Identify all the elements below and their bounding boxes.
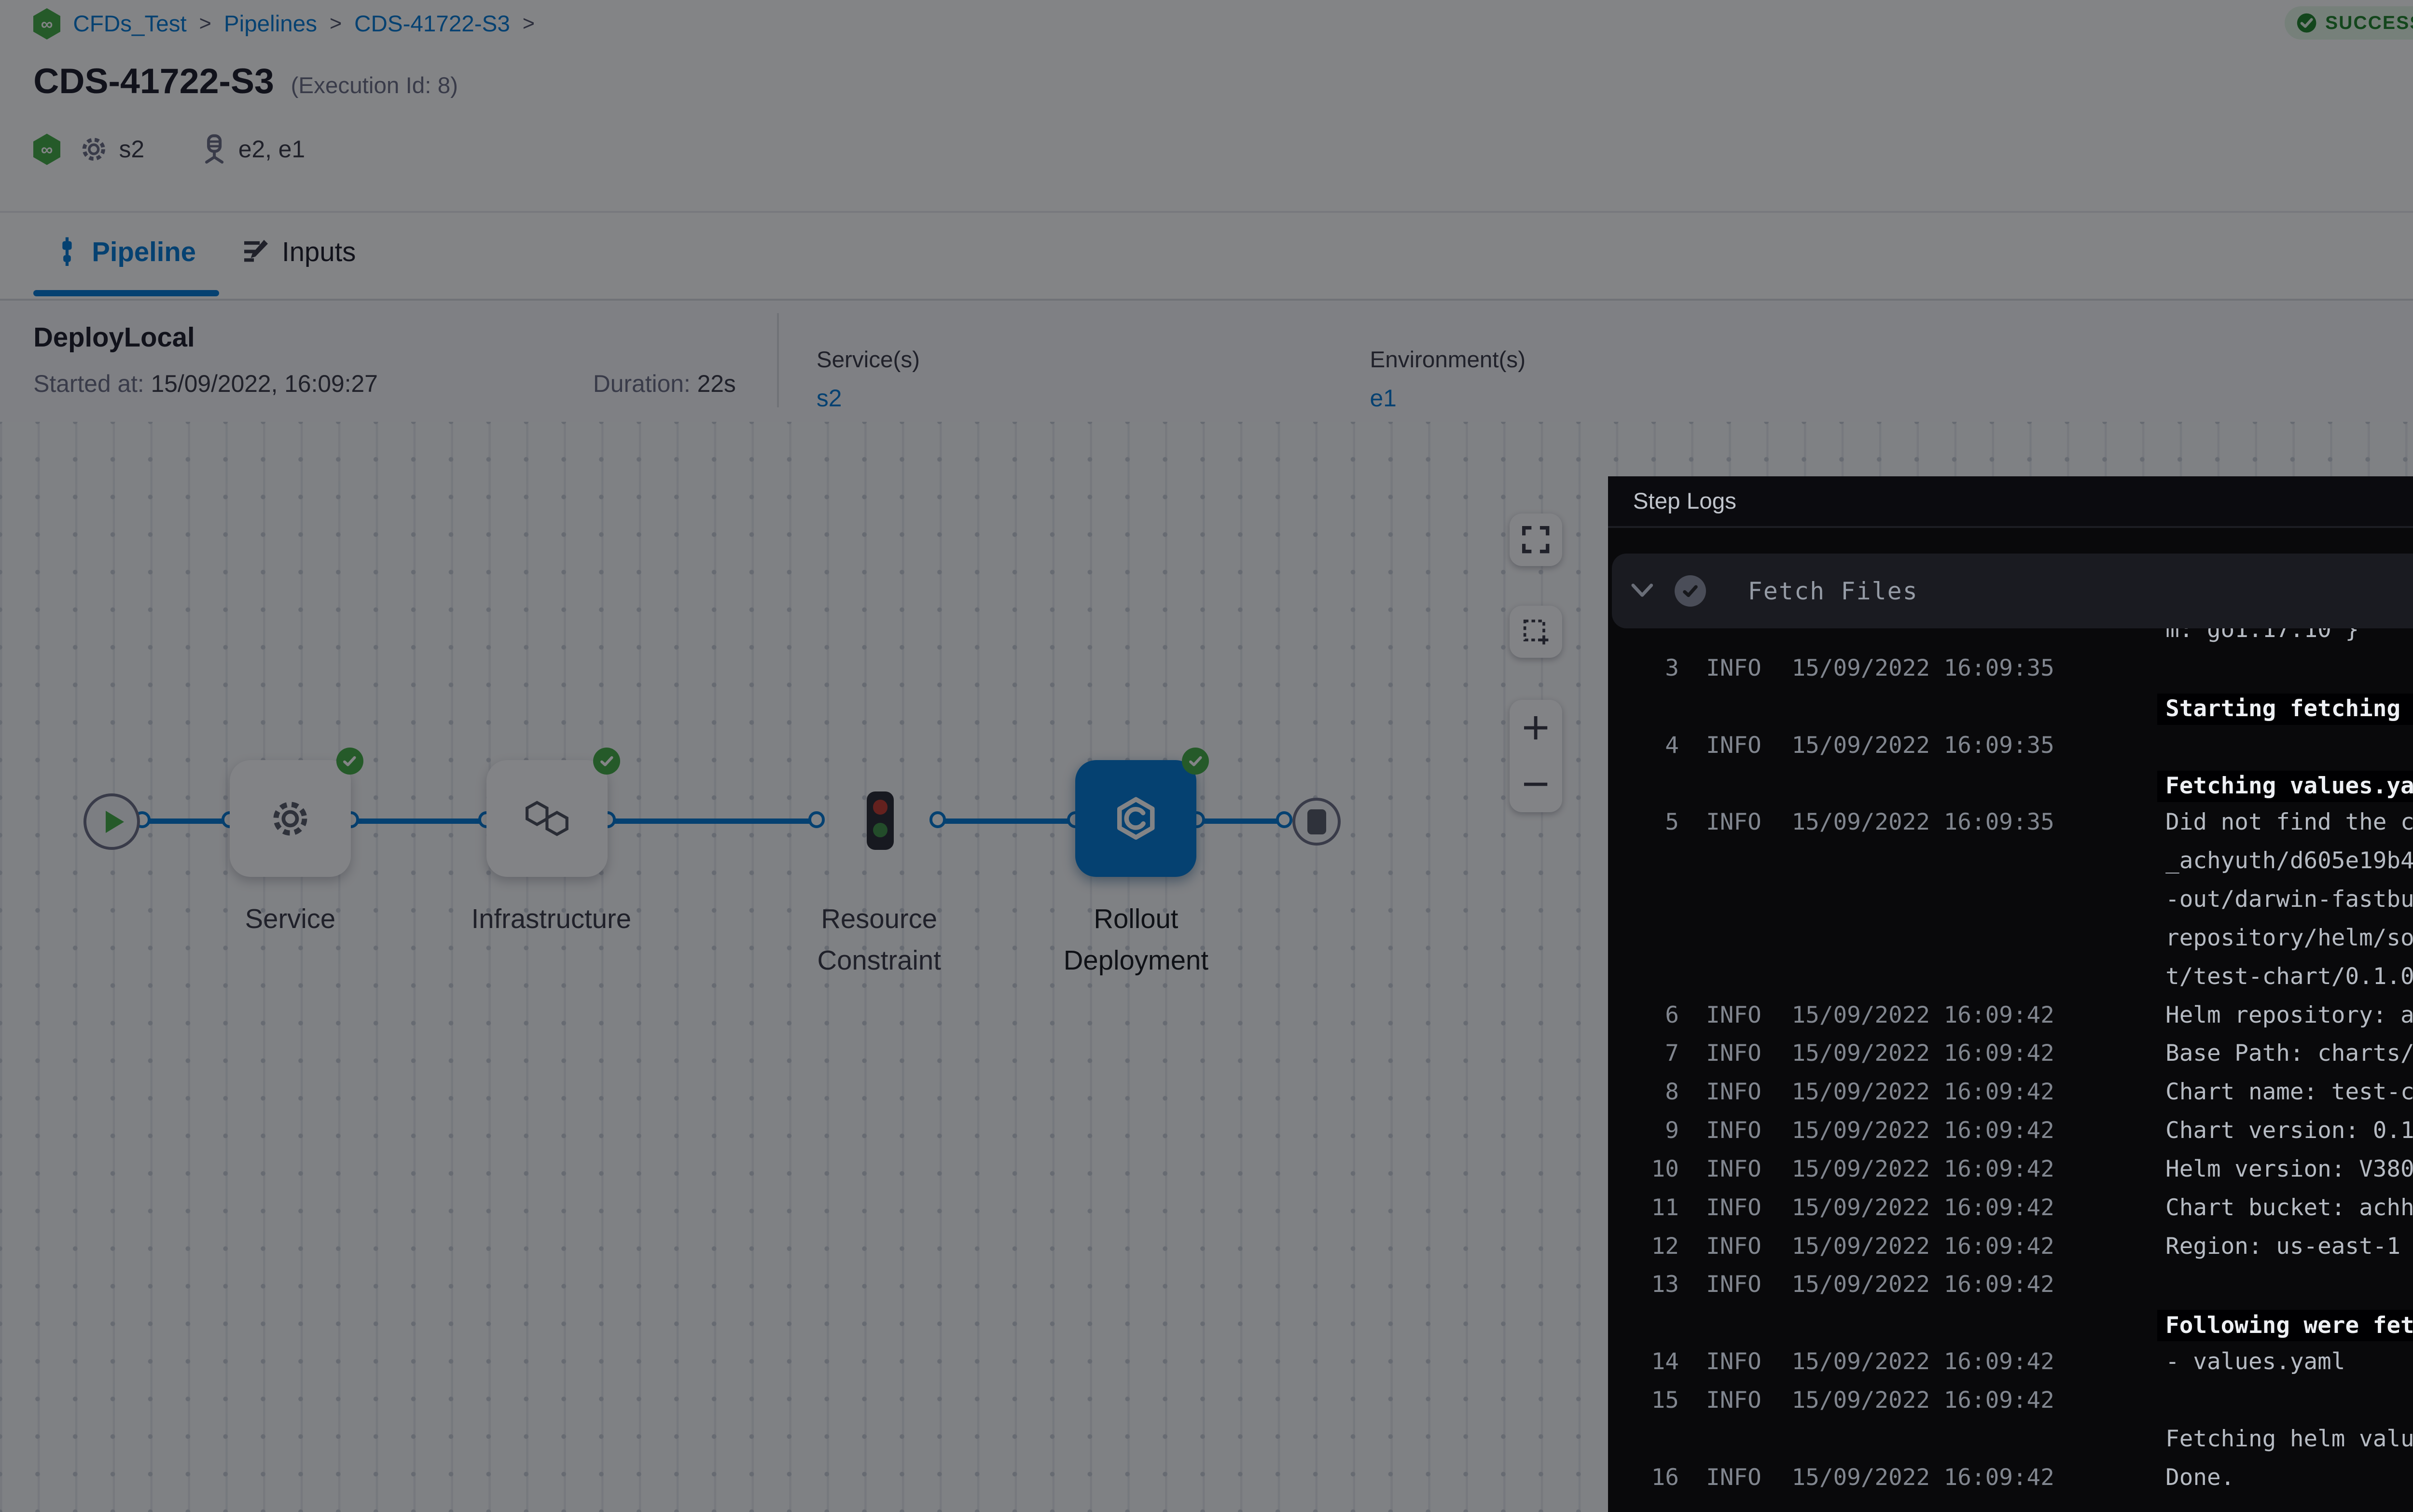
log-timestamp: 15/09/2022 16:09:42	[1792, 1271, 2054, 1298]
log-timestamp: 15/09/2022 16:09:35	[1792, 655, 2054, 682]
log-message: Region: us-east-1	[2165, 1233, 2400, 1260]
log-message: - values.yaml	[2165, 1348, 2345, 1375]
log-level: INFO	[1706, 1040, 1761, 1067]
log-message: Starting fetching Helm values	[2157, 694, 2413, 725]
log-timestamp: 15/09/2022 16:09:42	[1792, 1348, 2054, 1375]
log-level: INFO	[1706, 1464, 1761, 1491]
log-message: Base Path: charts/	[2165, 1040, 2413, 1067]
log-line-number: 8	[1616, 1079, 1679, 1106]
log-row: 11 INFO 15/09/2022 16:09:42 Chart bucket: a…	[1608, 1194, 2413, 1224]
log-message: repository/helm/source/93602db7-89f2-317…	[2165, 925, 2413, 952]
log-timestamp: 15/09/2022 16:09:42	[1792, 1117, 2054, 1144]
log-message: _achyuth/d605e19b46448ceaacb01fb4c19633a…	[2165, 847, 2413, 874]
log-body[interactable]: m: go1.17.10 }3INFO15/09/2022 16:09:35St…	[1608, 528, 2413, 1512]
log-section-name: Fetch Files	[1748, 577, 1918, 605]
log-timestamp: 15/09/2022 16:09:42	[1792, 1002, 2054, 1029]
log-line-number: 9	[1616, 1117, 1679, 1144]
log-message: Fetching helm values completed successfu…	[2165, 1426, 2413, 1453]
log-message: Done.	[2165, 1464, 2234, 1491]
log-line-number: 10	[1616, 1156, 1679, 1183]
log-line-number: 6	[1616, 1002, 1679, 1029]
log-message: t/test-chart/0.1.0	[2165, 963, 2413, 990]
log-row: 9 INFO 15/09/2022 16:09:42 Chart version: 0…	[1608, 1117, 2413, 1147]
log-row: Starting fetching Helm values	[1608, 694, 2413, 723]
log-level: INFO	[1706, 1117, 1761, 1144]
log-message: Helm version: V380	[2165, 1156, 2413, 1183]
log-message: -out/darwin-fastbuild/bin/260-delegate/e…	[2165, 886, 2413, 913]
log-row: _achyuth/d605e19b46448ceaacb01fb4c19633a…	[1608, 847, 2413, 877]
log-row: repository/helm/source/93602db7-89f2-317…	[1608, 925, 2413, 954]
step-logs-panel: Step Logs Console View m: go1.17.10 }3IN…	[1608, 476, 2413, 1512]
log-timestamp: 15/09/2022 16:09:42	[1792, 1156, 2054, 1183]
log-level: INFO	[1706, 655, 1761, 682]
log-level: INFO	[1706, 1156, 1761, 1183]
step-logs-header: Step Logs Console View	[1608, 476, 2413, 528]
log-row: 12 INFO 15/09/2022 16:09:42 Region: us-east…	[1608, 1233, 2413, 1262]
log-row: 13 INFO 15/09/2022 16:09:42	[1608, 1271, 2413, 1301]
log-row: 10 INFO 15/09/2022 16:09:42 Helm version: V…	[1608, 1156, 2413, 1185]
log-line-number: 5	[1616, 809, 1679, 836]
log-row: Fetching helm values completed successfu…	[1608, 1426, 2413, 1455]
log-message: Did not find the chart and version in lo…	[2165, 809, 2413, 836]
log-row: Fetching values.yaml from helm chart rep…	[1608, 771, 2413, 800]
log-timestamp: 15/09/2022 16:09:42	[1792, 1079, 2054, 1106]
log-message: Chart version: 0.1.0	[2165, 1117, 2413, 1144]
log-timestamp: 15/09/2022 16:09:42	[1792, 1194, 2054, 1221]
log-line-number: 14	[1616, 1348, 1679, 1375]
step-success-check-icon	[1675, 575, 1706, 607]
log-row: Following were fetched successfully :	[1608, 1310, 2413, 1339]
log-row: 7 INFO 15/09/2022 16:09:42 Base Path: chart…	[1608, 1040, 2413, 1069]
log-message: Chart name: test-chart	[2165, 1079, 2413, 1106]
step-logs-title: Step Logs	[1633, 488, 1736, 514]
log-level: INFO	[1706, 1387, 1761, 1414]
log-level: INFO	[1706, 1194, 1761, 1221]
log-timestamp: 15/09/2022 16:09:42	[1792, 1040, 2054, 1067]
log-level: INFO	[1706, 1348, 1761, 1375]
chevron-down-icon[interactable]	[1631, 583, 1654, 598]
log-level: INFO	[1706, 1233, 1761, 1260]
log-level: INFO	[1706, 1271, 1761, 1298]
log-line-number: 7	[1616, 1040, 1679, 1067]
log-timestamp: 15/09/2022 16:09:42	[1792, 1464, 2054, 1491]
log-line-number: 12	[1616, 1233, 1679, 1260]
log-row: 4 INFO 15/09/2022 16:09:35	[1608, 732, 2413, 762]
log-level: INFO	[1706, 809, 1761, 836]
log-line-number: 4	[1616, 732, 1679, 759]
log-line-number: 15	[1616, 1387, 1679, 1414]
log-line-number: 11	[1616, 1194, 1679, 1221]
log-section-fetch-files[interactable]: Fetch Files ↑ ↓ 9s	[1612, 554, 2413, 629]
log-row: 16 INFO 15/09/2022 16:09:42 Done.	[1608, 1464, 2413, 1494]
log-level: INFO	[1706, 732, 1761, 759]
log-line-number: 3	[1616, 655, 1679, 682]
log-message: Chart bucket: achhelmbucket	[2165, 1194, 2413, 1221]
harness-execution-page: ∞ CFDs_Test > Pipelines > CDS-41722-S3 >…	[0, 0, 2413, 1512]
log-row: 15 INFO 15/09/2022 16:09:42	[1608, 1387, 2413, 1416]
log-line-number: 13	[1616, 1271, 1679, 1298]
log-message: Helm repository: aws-qa-setup-modified	[2165, 1002, 2413, 1029]
log-row: -out/darwin-fastbuild/bin/260-delegate/e…	[1608, 886, 2413, 916]
log-row: 14 INFO 15/09/2022 16:09:42 - values.yaml	[1608, 1348, 2413, 1378]
log-row: t/test-chart/0.1.0	[1608, 963, 2413, 993]
log-line-number: 16	[1616, 1464, 1679, 1491]
log-timestamp: 15/09/2022 16:09:42	[1792, 1387, 2054, 1414]
log-row: 6 INFO 15/09/2022 16:09:42 Helm repository:…	[1608, 1002, 2413, 1031]
log-row: 8 INFO 15/09/2022 16:09:42 Chart name: test…	[1608, 1079, 2413, 1108]
log-message: Fetching values.yaml from helm chart rep…	[2157, 771, 2413, 802]
log-level: INFO	[1706, 1079, 1761, 1106]
log-row: 3 INFO 15/09/2022 16:09:35	[1608, 655, 2413, 684]
log-row: 5 INFO 15/09/2022 16:09:35 Did not find the…	[1608, 809, 2413, 838]
log-level: INFO	[1706, 1002, 1761, 1029]
log-timestamp: 15/09/2022 16:09:35	[1792, 809, 2054, 836]
log-timestamp: 15/09/2022 16:09:35	[1792, 732, 2054, 759]
log-message: Following were fetched successfully :	[2157, 1310, 2413, 1341]
log-timestamp: 15/09/2022 16:09:42	[1792, 1233, 2054, 1260]
